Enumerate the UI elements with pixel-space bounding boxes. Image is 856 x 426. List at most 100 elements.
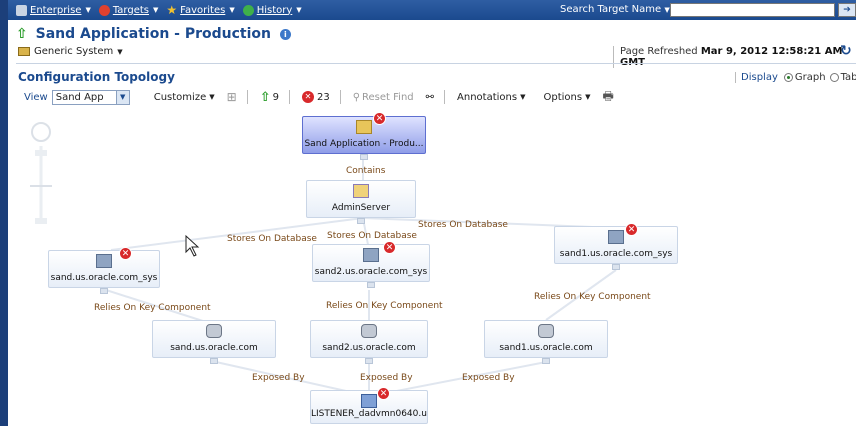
up-count: 9 (272, 91, 279, 103)
edge-label-exposed-by: Exposed By (360, 373, 413, 383)
edge-label-contains: Contains (346, 166, 386, 176)
node-sand-application[interactable]: ✕ Sand Application - Produ... (302, 112, 426, 160)
node-label: sand2.us.oracle.com (322, 343, 416, 353)
refresh-icon[interactable]: ↻ (840, 43, 852, 59)
generic-system-icon (18, 47, 30, 56)
view-select[interactable]: Sand App ▼ (51, 89, 130, 105)
print-icon[interactable]: 🖶 (602, 87, 613, 108)
search-target-dropdown[interactable]: Search Target Name ▼ (560, 4, 670, 15)
chevron-down-icon: ▼ (585, 93, 591, 101)
node-listener[interactable]: ✕ LISTENER_dadvmn0640.us.o... (310, 387, 428, 424)
node-sand2-db[interactable]: sand2.us.oracle.com (310, 320, 428, 364)
chevron-down-icon: ▼ (115, 90, 129, 104)
database-schema-icon (363, 248, 379, 262)
edge-label-relies-on-key-component: Relies On Key Component (534, 292, 651, 302)
chevron-down-icon: ▼ (229, 6, 235, 14)
node-sand-db[interactable]: sand.us.oracle.com (152, 320, 276, 364)
edge-label-relies-on-key-component: Relies On Key Component (94, 303, 211, 313)
node-expand-handle[interactable] (210, 358, 218, 364)
node-sand1-db[interactable]: sand1.us.oracle.com (484, 320, 608, 364)
node-label: Sand Application - Produ... (304, 139, 424, 149)
edge-label-exposed-by: Exposed By (252, 373, 305, 383)
up-targets-button[interactable]: ⇧ 9 (260, 90, 279, 105)
find-binoculars-icon[interactable]: ⚯ (426, 92, 434, 103)
display-toggle: Display Graph Table (735, 72, 856, 83)
topology-canvas[interactable]: Contains Stores On Database Stores On Da… (16, 110, 856, 426)
page-title: ⇧ Sand Application - Production i (16, 26, 291, 42)
error-icon: ✕ (301, 91, 314, 103)
node-admin-server[interactable]: AdminServer (306, 180, 416, 224)
toolbar-separator (288, 90, 290, 104)
display-label: Display (741, 72, 778, 83)
annotations-label: Annotations (457, 91, 518, 103)
search-go-button[interactable]: ➔ (838, 3, 856, 17)
node-sand2-sys[interactable]: ✕ sand2.us.oracle.com_sys (312, 241, 430, 288)
down-status-icon: ✕ (119, 247, 132, 260)
node-expand-handle[interactable] (100, 288, 108, 294)
target-type-menu[interactable]: Generic System ▼ (18, 46, 123, 57)
chevron-down-icon: ▼ (664, 6, 670, 14)
menu-targets[interactable]: Targets ▼ (98, 4, 159, 16)
listener-icon (361, 394, 377, 408)
node-label: AdminServer (331, 203, 391, 213)
header-divider (16, 63, 856, 64)
view-label: View (24, 91, 48, 103)
edge-label-stores-on-database: Stores On Database (227, 234, 317, 244)
topology-toolbar: View Sand App ▼ Customize ▼ ⊞ ⇧ 9 ✕ 23 ⚲… (16, 87, 856, 107)
menu-favorites[interactable]: ★ Favorites ▼ (166, 3, 234, 17)
search-target-label: Search Target Name (560, 4, 662, 15)
layout-icon[interactable]: ⊞ (227, 90, 237, 104)
down-targets-button[interactable]: ✕ 23 (301, 91, 330, 103)
customize-label: Customize (153, 91, 207, 103)
node-expand-handle[interactable] (612, 264, 620, 270)
database-icon (538, 324, 554, 338)
down-count: 23 (316, 91, 330, 103)
display-graph-radio[interactable] (783, 73, 793, 82)
chevron-down-icon: ▼ (85, 6, 91, 14)
up-arrow-icon: ⇧ (16, 26, 28, 42)
menu-history[interactable]: History ▼ (242, 4, 302, 16)
left-border (0, 0, 8, 426)
reset-find-label: Reset Find (362, 91, 414, 103)
node-expand-handle[interactable] (360, 154, 368, 160)
node-sand1-sys[interactable]: ✕ sand1.us.oracle.com_sys (554, 223, 678, 270)
page: Enterprise ▼ Targets ▼ ★ Favorites ▼ His… (0, 0, 856, 426)
zoom-pan-control (30, 122, 52, 224)
options-label: Options (543, 91, 583, 103)
server-icon (353, 184, 369, 198)
star-icon: ★ (166, 3, 178, 17)
down-status-icon: ✕ (373, 112, 386, 125)
section-title: Configuration Topology (18, 70, 175, 84)
history-icon (242, 4, 254, 16)
page-refreshed: Page Refreshed Mar 9, 2012 12:58:21 AM G… (613, 46, 856, 68)
chevron-down-icon: ▼ (520, 93, 526, 101)
reset-find-button[interactable]: ⚲ Reset Find (353, 92, 414, 103)
chevron-down-icon: ▼ (153, 6, 159, 14)
enterprise-icon (16, 4, 27, 16)
node-label: LISTENER_dadvmn0640.us.o... (311, 409, 427, 419)
search-input[interactable] (670, 3, 835, 17)
node-expand-handle[interactable] (365, 358, 373, 364)
targets-icon (98, 4, 110, 16)
down-status-icon: ✕ (377, 387, 390, 400)
chevron-down-icon: ▼ (117, 47, 123, 56)
edge-label-exposed-by: Exposed By (462, 373, 515, 383)
annotations-menu[interactable]: Annotations ▼ (457, 92, 525, 103)
node-expand-handle[interactable] (357, 218, 365, 224)
menu-enterprise[interactable]: Enterprise ▼ (16, 4, 91, 16)
node-expand-handle[interactable] (542, 358, 550, 364)
reset-find-icon: ⚲ (352, 91, 361, 103)
node-label: sand1.us.oracle.com (499, 343, 593, 353)
down-status-icon: ✕ (383, 241, 396, 254)
database-schema-icon (608, 230, 624, 244)
info-icon[interactable]: i (279, 28, 291, 40)
node-expand-handle[interactable] (367, 282, 375, 288)
options-menu[interactable]: Options ▼ (543, 92, 590, 103)
edge-label-stores-on-database: Stores On Database (327, 231, 417, 241)
node-sand-sys[interactable]: ✕ sand.us.oracle.com_sys (48, 247, 160, 294)
customize-menu[interactable]: Customize ▼ (154, 92, 215, 103)
display-graph-label: Graph (794, 72, 826, 83)
display-table-radio[interactable] (829, 73, 839, 82)
database-icon (361, 324, 377, 338)
edge-label-stores-on-database: Stores On Database (418, 220, 508, 230)
